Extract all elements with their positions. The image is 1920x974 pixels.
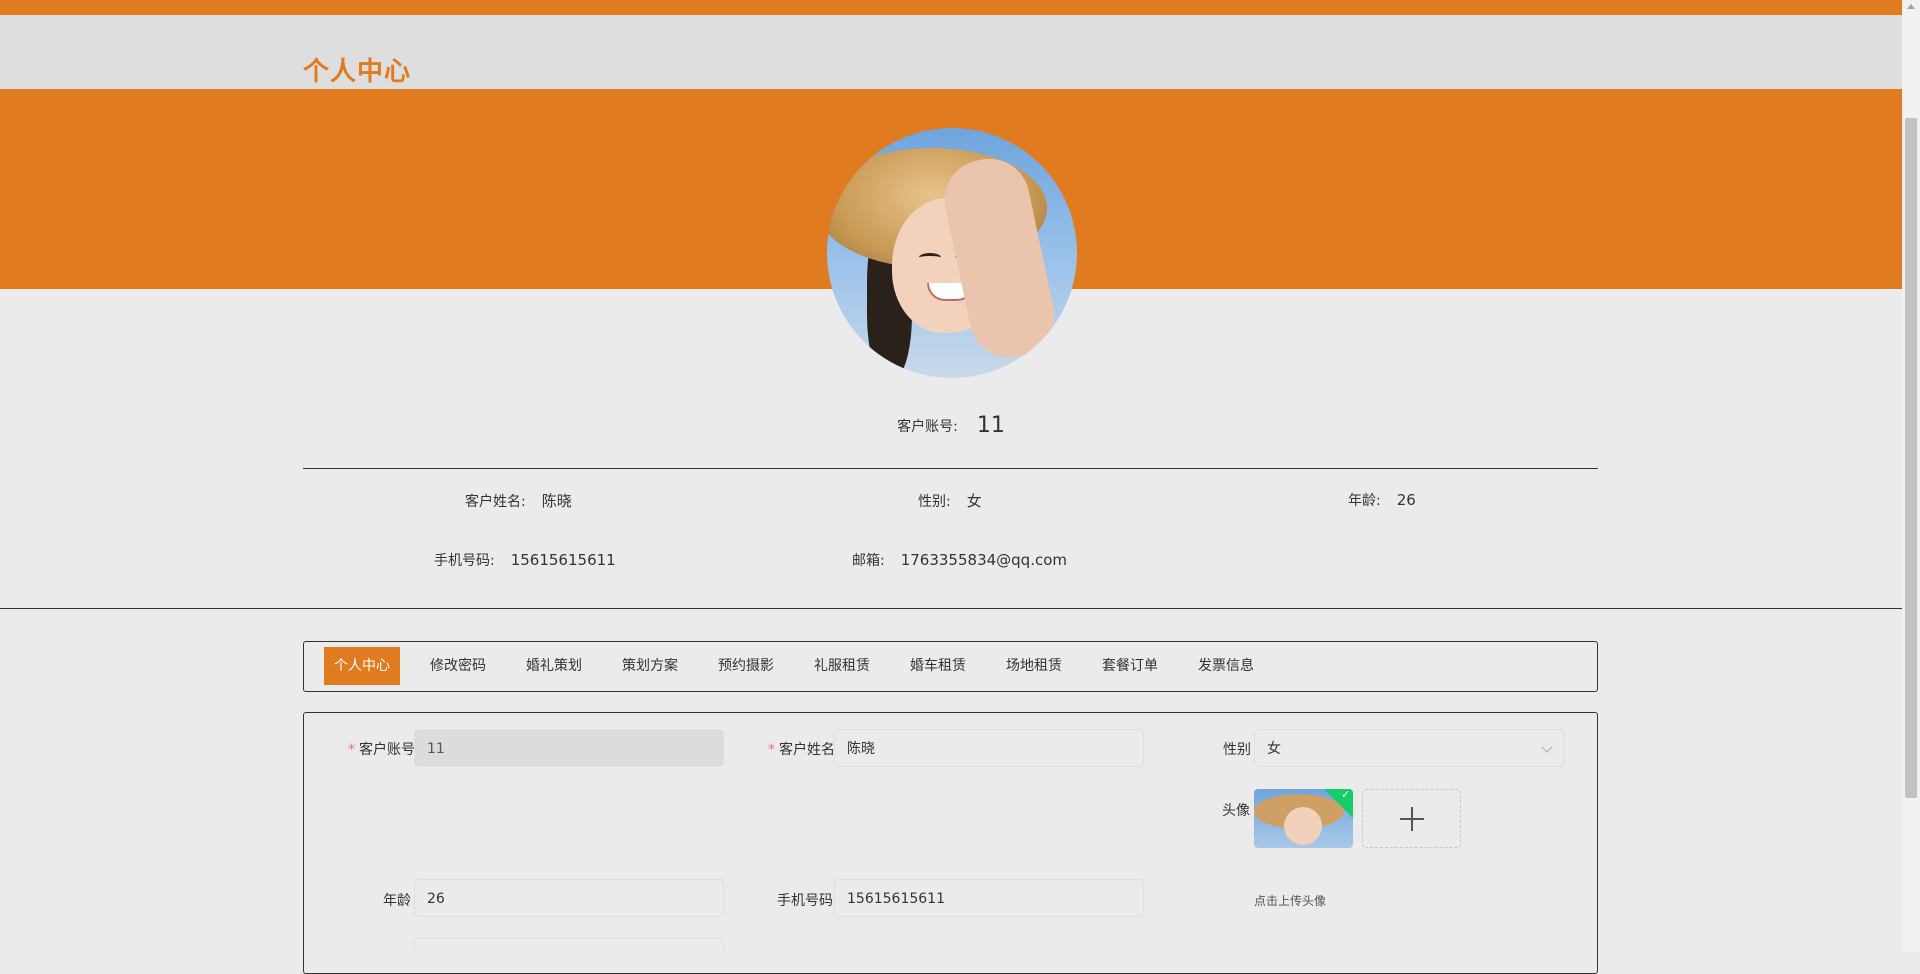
- form-account-label: * 客户账号: [348, 739, 415, 759]
- profile-tabs: 个人中心 修改密码 婚礼策划 策划方案 预约摄影 礼服租赁 婚车租赁 场地租赁 …: [303, 641, 1598, 692]
- account-value: 11: [976, 413, 1005, 438]
- avatar-thumbnail[interactable]: ✓: [1254, 789, 1353, 848]
- form-age-label: 年龄: [383, 893, 411, 909]
- divider: [303, 468, 1598, 469]
- tab-venue-rental[interactable]: 场地租赁: [996, 647, 1072, 685]
- info-age: 年龄: 26: [1348, 490, 1416, 510]
- info-gender-label: 性别:: [918, 494, 951, 510]
- avatar-upload-button[interactable]: [1362, 789, 1461, 848]
- next-field[interactable]: [414, 938, 724, 952]
- required-mark: *: [768, 742, 775, 758]
- info-email: 邮箱: 1763355834@qq.com: [852, 550, 1067, 570]
- tab-package-orders[interactable]: 套餐订单: [1092, 647, 1168, 685]
- name-field[interactable]: 陈晓: [834, 729, 1144, 767]
- info-age-label: 年龄:: [1348, 493, 1381, 509]
- account-field[interactable]: 11: [414, 729, 724, 767]
- top-accent-stripe: [0, 0, 1902, 15]
- tab-car-rental[interactable]: 婚车租赁: [900, 647, 976, 685]
- form-account-label-text: 客户账号: [359, 742, 415, 758]
- info-name-value: 陈晓: [541, 492, 572, 510]
- info-gender: 性别: 女: [918, 490, 982, 511]
- form-name-label-text: 客户姓名: [779, 742, 835, 758]
- phone-field[interactable]: 15615615611: [834, 879, 1144, 917]
- info-gender-value: 女: [966, 492, 982, 510]
- gender-select-value: 女: [1267, 741, 1281, 757]
- form-avatar-label: 头像: [1222, 803, 1250, 819]
- tab-invoice-info[interactable]: 发票信息: [1188, 647, 1264, 685]
- account-label: 客户账号:: [897, 418, 958, 435]
- page-title: 个人中心: [303, 57, 412, 87]
- info-phone: 手机号码: 15615615611: [434, 550, 616, 570]
- form-phone-label: 手机号码: [777, 893, 833, 909]
- age-field[interactable]: 26: [414, 879, 724, 917]
- tab-change-password[interactable]: 修改密码: [420, 647, 496, 685]
- avatar-eye-left: [919, 253, 941, 262]
- tab-planning-proposal[interactable]: 策划方案: [612, 647, 688, 685]
- gender-select[interactable]: 女: [1254, 729, 1564, 767]
- tab-dress-rental[interactable]: 礼服租赁: [804, 647, 880, 685]
- account-summary: 客户账号: 11: [0, 413, 1902, 438]
- tab-wedding-planning[interactable]: 婚礼策划: [516, 647, 592, 685]
- chevron-down-icon: [1541, 741, 1553, 753]
- info-email-label: 邮箱:: [852, 553, 885, 569]
- scroll-up-arrow-icon[interactable]: [1907, 4, 1915, 9]
- tab-photo-booking[interactable]: 预约摄影: [708, 647, 784, 685]
- info-phone-value: 15615615611: [510, 551, 616, 569]
- section-divider: [0, 608, 1902, 609]
- info-name-label: 客户姓名:: [465, 494, 526, 510]
- form-gender-label: 性别: [1223, 742, 1251, 758]
- required-mark: *: [348, 742, 355, 758]
- tab-personal-center[interactable]: 个人中心: [324, 647, 400, 685]
- info-email-value: 1763355834@qq.com: [900, 551, 1068, 569]
- info-phone-label: 手机号码:: [434, 553, 495, 569]
- plus-icon-vertical: [1411, 807, 1413, 831]
- info-name: 客户姓名: 陈晓: [465, 490, 572, 511]
- scrollbar-thumb[interactable]: [1905, 118, 1917, 798]
- form-name-label: * 客户姓名: [768, 739, 835, 759]
- thumbnail-face: [1284, 807, 1322, 845]
- upload-hint: 点击上传头像: [1254, 894, 1327, 908]
- info-age-value: 26: [1396, 491, 1416, 509]
- vertical-scrollbar[interactable]: [1902, 0, 1920, 952]
- check-icon: ✓: [1341, 789, 1351, 801]
- title-bar: 个人中心: [0, 15, 1902, 89]
- avatar: [827, 128, 1077, 378]
